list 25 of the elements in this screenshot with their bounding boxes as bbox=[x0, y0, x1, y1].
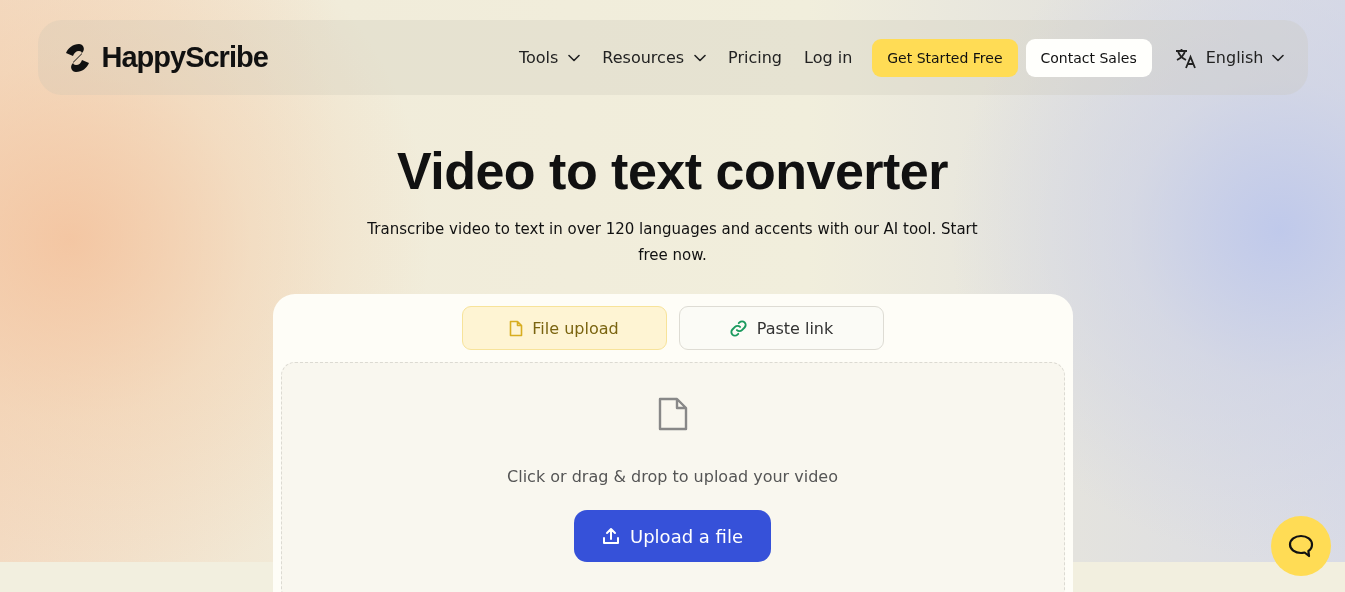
chat-button[interactable] bbox=[1271, 516, 1331, 576]
nav-link[interactable]: Pricing bbox=[728, 48, 782, 67]
upload-tab[interactable]: File upload bbox=[461, 306, 667, 351]
chat-icon bbox=[1288, 534, 1314, 558]
drop-zone[interactable]: Click or drag & drop to upload your video Upload a file bbox=[280, 362, 1065, 592]
upload-button[interactable]: Upload a file bbox=[574, 510, 771, 563]
link-icon bbox=[728, 318, 748, 338]
translate-icon bbox=[1173, 46, 1198, 69]
nav-link[interactable]: Resources bbox=[602, 48, 707, 67]
language-selector[interactable]: English bbox=[1173, 46, 1284, 69]
upload-icon bbox=[602, 527, 620, 546]
chevron-down-icon bbox=[1271, 53, 1284, 62]
nav-link[interactable]: Log in bbox=[804, 48, 853, 67]
upload-tab[interactable]: Paste link bbox=[678, 306, 884, 351]
document-icon bbox=[657, 397, 688, 432]
get-started-button[interactable]: Get Started Free bbox=[872, 38, 1018, 77]
contact-sales-button[interactable]: Contact Sales bbox=[1025, 38, 1152, 77]
nav-link[interactable]: Tools bbox=[518, 48, 581, 67]
drop-hint: Click or drag & drop to upload your video bbox=[507, 467, 838, 487]
page-title: Video to text converter bbox=[397, 143, 948, 201]
brand-name[interactable]: HappyScribe bbox=[101, 41, 268, 74]
page-subtitle: Transcribe video to text in over 120 languages and accents with our AI tool. Start free now. bbox=[366, 219, 979, 267]
chevron-down-icon bbox=[568, 53, 581, 62]
chevron-down-icon bbox=[694, 53, 707, 62]
file-icon bbox=[509, 319, 524, 337]
